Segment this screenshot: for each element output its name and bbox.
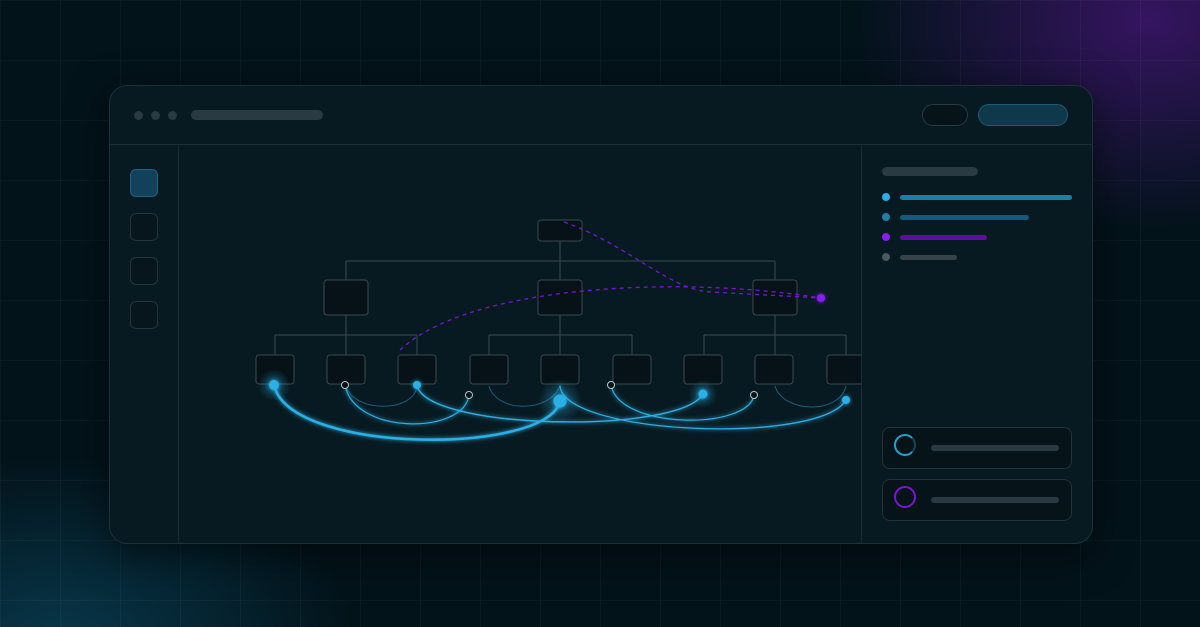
tree-nodes (255, 219, 861, 385)
sidebar-item-2[interactable] (130, 213, 158, 241)
level1-node[interactable] (537, 279, 583, 316)
sidebar-item-4[interactable] (130, 301, 158, 329)
level1-node[interactable] (752, 279, 798, 316)
port-dot[interactable] (698, 389, 708, 399)
tree-diagram (255, 219, 861, 441)
status-card[interactable] (882, 479, 1072, 521)
leaf-node[interactable] (326, 354, 366, 385)
port-dot-hollow[interactable] (750, 391, 758, 399)
legend-bar (900, 235, 987, 240)
legend-dot-icon (882, 233, 890, 241)
purple-node-dot (817, 294, 825, 302)
sidebar-item-3[interactable] (130, 257, 158, 285)
panel-title-placeholder (882, 167, 978, 176)
window-dot-icon[interactable] (151, 111, 160, 120)
leaf-node[interactable] (612, 354, 652, 385)
root-node[interactable] (537, 219, 583, 242)
card-text-placeholder (931, 445, 1059, 451)
secondary-button[interactable] (922, 104, 968, 126)
primary-button[interactable] (978, 104, 1068, 126)
card-text-placeholder (931, 497, 1059, 503)
title-bar (110, 86, 1092, 145)
leaf-node[interactable] (397, 354, 437, 385)
app-window (109, 85, 1093, 544)
diagram-canvas[interactable] (179, 145, 861, 543)
legend-bar (900, 215, 1029, 220)
leaf-node[interactable] (469, 354, 509, 385)
window-title-placeholder (191, 110, 323, 120)
sidebar-item-1[interactable] (130, 169, 158, 197)
progress-ring-icon (894, 434, 916, 456)
port-dot-hollow[interactable] (465, 391, 473, 399)
legend-bar (900, 195, 1072, 200)
status-card[interactable] (882, 427, 1072, 469)
leaf-node[interactable] (754, 354, 794, 385)
faint-blue-links (345, 385, 847, 408)
legend-dot-icon (882, 213, 890, 221)
sidebar (110, 145, 179, 543)
port-dot-hollow[interactable] (607, 381, 615, 389)
leaf-node[interactable] (826, 354, 861, 385)
port-dot[interactable] (842, 396, 850, 404)
legend-dot-icon (882, 193, 890, 201)
level1-node[interactable] (323, 279, 369, 316)
port-dot[interactable] (413, 381, 421, 389)
leaf-node[interactable] (683, 354, 723, 385)
right-panel (861, 145, 1092, 543)
window-dot-icon[interactable] (168, 111, 177, 120)
port-dot[interactable] (553, 394, 567, 408)
port-dot[interactable] (269, 380, 279, 390)
window-dot-icon[interactable] (134, 111, 143, 120)
progress-ring-icon (894, 486, 916, 508)
legend-dot-icon (882, 253, 890, 261)
port-dot-hollow[interactable] (341, 381, 349, 389)
legend-bar (900, 255, 957, 260)
